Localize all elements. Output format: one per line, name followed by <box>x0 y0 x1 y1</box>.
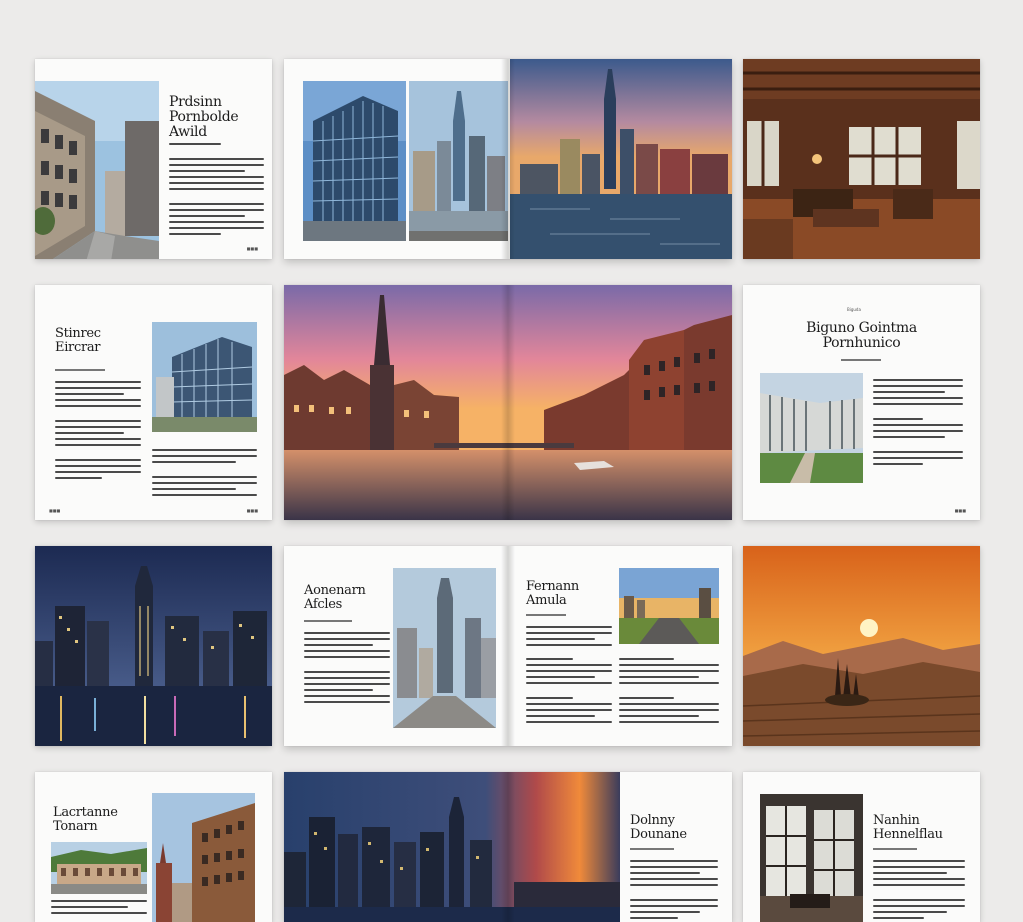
road-city-sunset-photo <box>619 568 719 644</box>
page-number: ■■■ <box>954 508 966 513</box>
body-text-right <box>526 626 612 650</box>
garden-buildings-photo <box>51 842 147 894</box>
brochure-page-r1-3 <box>743 59 980 259</box>
brochure-page-r3-3 <box>743 546 980 746</box>
body-text <box>51 900 147 918</box>
body-text-right <box>152 449 257 500</box>
hills-sunset-landscape-photo <box>743 546 980 746</box>
brochure-page-r4-1: Lacrtanne Tonarn <box>35 772 272 922</box>
brochure-page-r2-3: Biguda Biguno Gointma Pornhunico ■■■ <box>743 285 980 520</box>
street-church-photo <box>152 793 255 922</box>
modern-office-building-photo <box>152 322 257 432</box>
brochure-spread-r4: Dolnny Dounane <box>284 772 732 922</box>
page-title: Prdsinn Pornbolde Awild <box>169 94 239 141</box>
page-title: Biguno Gointma Pornhunico <box>806 320 917 352</box>
street-buildings-photo <box>35 81 159 259</box>
skyscraper-skyline-photo <box>409 81 508 241</box>
glass-office-tower-photo <box>303 81 406 241</box>
page-title: Lacrtanne Tonarn <box>53 805 118 835</box>
canal-church-sunset-photo <box>284 285 732 520</box>
page-title: Nanhin Hennelflau <box>873 813 943 843</box>
body-text-left <box>304 632 390 707</box>
brochure-page-r1-1: Prdsinn Pornbolde Awild ■■■ <box>35 59 272 259</box>
brochure-spread-r1 <box>284 59 732 259</box>
courtyard-building-photo <box>760 373 863 483</box>
page-number: ■■■ <box>49 508 61 513</box>
brochure-spread-r2 <box>284 285 732 520</box>
eyebrow-label: Biguda <box>847 307 861 312</box>
body-text <box>873 379 963 469</box>
waterfront-sunset-skyline-photo <box>510 59 732 259</box>
spread-left-title: Aonenarn Afcles <box>304 583 366 613</box>
brochure-page-r4-3: Nanhin Hennelflau <box>743 772 980 922</box>
page-title: Stinrec Eircrar <box>55 326 101 356</box>
subtitle-line <box>526 614 566 616</box>
subtitle-line <box>873 848 917 850</box>
body-text-right-3 <box>526 658 612 727</box>
tall-tower-photo <box>393 568 496 728</box>
page-number: ■■■ <box>246 246 258 251</box>
spread-right-title: Fernann Amula <box>526 579 579 609</box>
body-text-right-2 <box>619 658 719 727</box>
body-text <box>55 381 141 483</box>
body-text <box>873 860 965 922</box>
body-text <box>630 860 718 922</box>
subtitle-line <box>304 620 352 622</box>
night-skyline-panorama-photo <box>284 772 620 922</box>
body-text <box>169 143 264 239</box>
subtitle-line <box>55 369 105 371</box>
page-title: Dolnny Dounane <box>630 813 687 843</box>
subtitle-line <box>630 848 674 850</box>
wood-paneled-lounge-photo <box>743 59 980 259</box>
brochure-page-r3-1 <box>35 546 272 746</box>
subtitle-line <box>841 359 881 361</box>
interior-windows-photo <box>760 794 863 922</box>
night-city-skyline-photo <box>35 546 272 746</box>
page-number-right: ■■■ <box>246 508 258 513</box>
brochure-spread-r3: Aonenarn Afcles Fernann Amula <box>284 546 732 746</box>
brochure-page-r2-1: Stinrec Eircrar ■■■ ■■■ <box>35 285 272 520</box>
